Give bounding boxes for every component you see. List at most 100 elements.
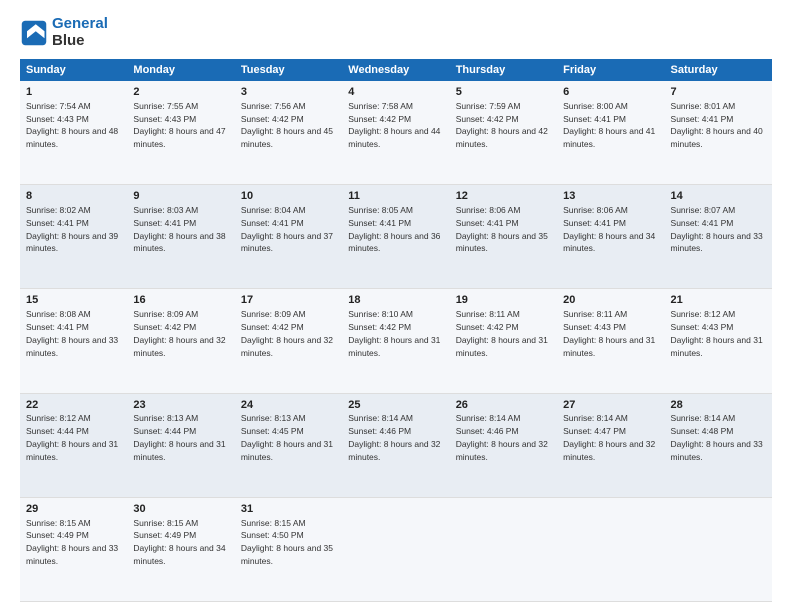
day-info: Sunrise: 7:54 AMSunset: 4:43 PMDaylight:…	[26, 101, 118, 149]
calendar-cell: 30Sunrise: 8:15 AMSunset: 4:49 PMDayligh…	[127, 497, 234, 601]
calendar-cell: 15Sunrise: 8:08 AMSunset: 4:41 PMDayligh…	[20, 289, 127, 393]
day-number: 24	[241, 398, 336, 413]
day-info: Sunrise: 8:10 AMSunset: 4:42 PMDaylight:…	[348, 309, 440, 357]
calendar-cell: 2Sunrise: 7:55 AMSunset: 4:43 PMDaylight…	[127, 81, 234, 185]
logo: General Blue	[20, 16, 108, 49]
day-info: Sunrise: 8:06 AMSunset: 4:41 PMDaylight:…	[563, 205, 655, 253]
calendar-cell: 20Sunrise: 8:11 AMSunset: 4:43 PMDayligh…	[557, 289, 664, 393]
day-number: 1	[26, 85, 121, 100]
day-number: 19	[456, 293, 551, 308]
col-sunday: Sunday	[20, 59, 127, 81]
col-friday: Friday	[557, 59, 664, 81]
day-info: Sunrise: 8:00 AMSunset: 4:41 PMDaylight:…	[563, 101, 655, 149]
calendar-cell: 9Sunrise: 8:03 AMSunset: 4:41 PMDaylight…	[127, 185, 234, 289]
day-info: Sunrise: 8:07 AMSunset: 4:41 PMDaylight:…	[671, 205, 763, 253]
day-number: 10	[241, 189, 336, 204]
calendar-row: 22Sunrise: 8:12 AMSunset: 4:44 PMDayligh…	[20, 393, 772, 497]
page-header: General Blue	[20, 16, 772, 49]
calendar-cell: 21Sunrise: 8:12 AMSunset: 4:43 PMDayligh…	[665, 289, 772, 393]
day-info: Sunrise: 8:03 AMSunset: 4:41 PMDaylight:…	[133, 205, 225, 253]
calendar-cell	[342, 497, 449, 601]
day-number: 14	[671, 189, 766, 204]
calendar-cell	[450, 497, 557, 601]
day-number: 2	[133, 85, 228, 100]
day-number: 5	[456, 85, 551, 100]
day-info: Sunrise: 8:12 AMSunset: 4:43 PMDaylight:…	[671, 309, 763, 357]
day-info: Sunrise: 8:09 AMSunset: 4:42 PMDaylight:…	[241, 309, 333, 357]
calendar-table: Sunday Monday Tuesday Wednesday Thursday…	[20, 59, 772, 602]
col-thursday: Thursday	[450, 59, 557, 81]
calendar-cell: 26Sunrise: 8:14 AMSunset: 4:46 PMDayligh…	[450, 393, 557, 497]
calendar-row: 1Sunrise: 7:54 AMSunset: 4:43 PMDaylight…	[20, 81, 772, 185]
day-number: 3	[241, 85, 336, 100]
day-info: Sunrise: 8:08 AMSunset: 4:41 PMDaylight:…	[26, 309, 118, 357]
logo-text: General Blue	[52, 16, 108, 49]
calendar-cell: 3Sunrise: 7:56 AMSunset: 4:42 PMDaylight…	[235, 81, 342, 185]
calendar-cell: 13Sunrise: 8:06 AMSunset: 4:41 PMDayligh…	[557, 185, 664, 289]
day-number: 7	[671, 85, 766, 100]
day-info: Sunrise: 7:59 AMSunset: 4:42 PMDaylight:…	[456, 101, 548, 149]
day-info: Sunrise: 8:15 AMSunset: 4:49 PMDaylight:…	[26, 518, 118, 566]
calendar-cell: 22Sunrise: 8:12 AMSunset: 4:44 PMDayligh…	[20, 393, 127, 497]
day-number: 11	[348, 189, 443, 204]
day-info: Sunrise: 8:09 AMSunset: 4:42 PMDaylight:…	[133, 309, 225, 357]
day-info: Sunrise: 7:56 AMSunset: 4:42 PMDaylight:…	[241, 101, 333, 149]
day-info: Sunrise: 8:04 AMSunset: 4:41 PMDaylight:…	[241, 205, 333, 253]
calendar-cell: 4Sunrise: 7:58 AMSunset: 4:42 PMDaylight…	[342, 81, 449, 185]
day-number: 18	[348, 293, 443, 308]
calendar-row: 15Sunrise: 8:08 AMSunset: 4:41 PMDayligh…	[20, 289, 772, 393]
day-number: 26	[456, 398, 551, 413]
day-number: 6	[563, 85, 658, 100]
calendar-cell: 28Sunrise: 8:14 AMSunset: 4:48 PMDayligh…	[665, 393, 772, 497]
day-number: 20	[563, 293, 658, 308]
day-info: Sunrise: 8:01 AMSunset: 4:41 PMDaylight:…	[671, 101, 763, 149]
day-info: Sunrise: 8:12 AMSunset: 4:44 PMDaylight:…	[26, 413, 118, 461]
calendar-row: 8Sunrise: 8:02 AMSunset: 4:41 PMDaylight…	[20, 185, 772, 289]
calendar-cell: 8Sunrise: 8:02 AMSunset: 4:41 PMDaylight…	[20, 185, 127, 289]
day-info: Sunrise: 8:14 AMSunset: 4:47 PMDaylight:…	[563, 413, 655, 461]
col-wednesday: Wednesday	[342, 59, 449, 81]
day-number: 27	[563, 398, 658, 413]
day-number: 13	[563, 189, 658, 204]
calendar-cell: 10Sunrise: 8:04 AMSunset: 4:41 PMDayligh…	[235, 185, 342, 289]
column-headers: Sunday Monday Tuesday Wednesday Thursday…	[20, 59, 772, 81]
calendar-cell: 27Sunrise: 8:14 AMSunset: 4:47 PMDayligh…	[557, 393, 664, 497]
col-monday: Monday	[127, 59, 234, 81]
day-number: 25	[348, 398, 443, 413]
calendar-cell: 7Sunrise: 8:01 AMSunset: 4:41 PMDaylight…	[665, 81, 772, 185]
day-info: Sunrise: 8:13 AMSunset: 4:45 PMDaylight:…	[241, 413, 333, 461]
day-number: 9	[133, 189, 228, 204]
day-info: Sunrise: 8:14 AMSunset: 4:48 PMDaylight:…	[671, 413, 763, 461]
day-info: Sunrise: 8:15 AMSunset: 4:50 PMDaylight:…	[241, 518, 333, 566]
calendar-row: 29Sunrise: 8:15 AMSunset: 4:49 PMDayligh…	[20, 497, 772, 601]
calendar-cell: 1Sunrise: 7:54 AMSunset: 4:43 PMDaylight…	[20, 81, 127, 185]
calendar-cell: 16Sunrise: 8:09 AMSunset: 4:42 PMDayligh…	[127, 289, 234, 393]
day-number: 17	[241, 293, 336, 308]
col-saturday: Saturday	[665, 59, 772, 81]
calendar-cell: 14Sunrise: 8:07 AMSunset: 4:41 PMDayligh…	[665, 185, 772, 289]
calendar-cell: 24Sunrise: 8:13 AMSunset: 4:45 PMDayligh…	[235, 393, 342, 497]
day-number: 21	[671, 293, 766, 308]
calendar-cell: 29Sunrise: 8:15 AMSunset: 4:49 PMDayligh…	[20, 497, 127, 601]
day-number: 29	[26, 502, 121, 517]
day-number: 30	[133, 502, 228, 517]
day-number: 12	[456, 189, 551, 204]
calendar-page: General Blue Sunday Monday Tuesday Wedne…	[0, 0, 792, 612]
day-info: Sunrise: 7:55 AMSunset: 4:43 PMDaylight:…	[133, 101, 225, 149]
day-info: Sunrise: 8:15 AMSunset: 4:49 PMDaylight:…	[133, 518, 225, 566]
day-info: Sunrise: 7:58 AMSunset: 4:42 PMDaylight:…	[348, 101, 440, 149]
calendar-cell	[557, 497, 664, 601]
day-number: 16	[133, 293, 228, 308]
day-info: Sunrise: 8:06 AMSunset: 4:41 PMDaylight:…	[456, 205, 548, 253]
day-number: 23	[133, 398, 228, 413]
day-info: Sunrise: 8:13 AMSunset: 4:44 PMDaylight:…	[133, 413, 225, 461]
day-info: Sunrise: 8:11 AMSunset: 4:43 PMDaylight:…	[563, 309, 655, 357]
day-number: 28	[671, 398, 766, 413]
day-info: Sunrise: 8:05 AMSunset: 4:41 PMDaylight:…	[348, 205, 440, 253]
calendar-cell: 12Sunrise: 8:06 AMSunset: 4:41 PMDayligh…	[450, 185, 557, 289]
calendar-cell: 25Sunrise: 8:14 AMSunset: 4:46 PMDayligh…	[342, 393, 449, 497]
day-info: Sunrise: 8:02 AMSunset: 4:41 PMDaylight:…	[26, 205, 118, 253]
calendar-cell: 5Sunrise: 7:59 AMSunset: 4:42 PMDaylight…	[450, 81, 557, 185]
calendar-cell: 19Sunrise: 8:11 AMSunset: 4:42 PMDayligh…	[450, 289, 557, 393]
col-tuesday: Tuesday	[235, 59, 342, 81]
